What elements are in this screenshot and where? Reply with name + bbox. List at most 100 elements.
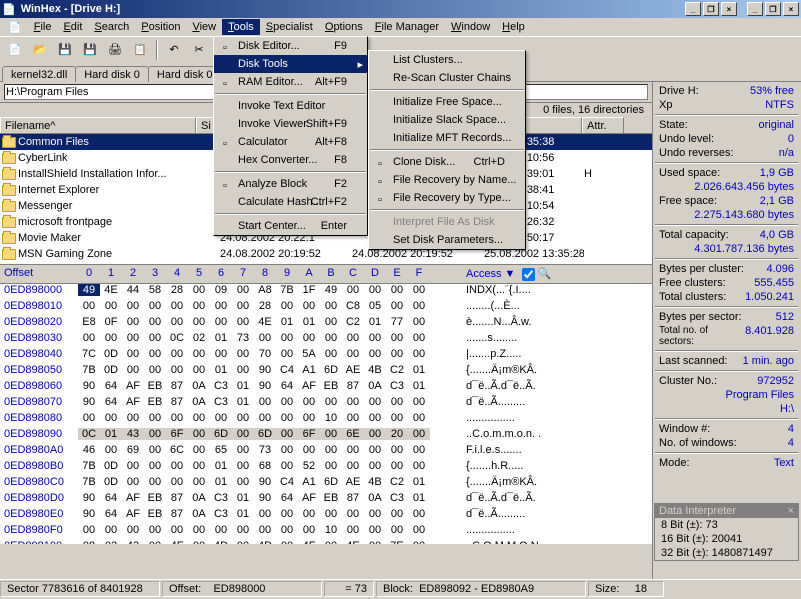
hex-byte[interactable]: 00 [122, 412, 144, 424]
hex-byte[interactable]: 6E [342, 428, 364, 440]
hex-byte[interactable]: 00 [254, 524, 276, 536]
hex-byte[interactable]: 4E [254, 316, 276, 328]
menu-file[interactable]: File [28, 19, 58, 35]
menu-item[interactable]: ▫ Analyze Block F2 [214, 175, 367, 193]
hex-byte[interactable]: 00 [210, 348, 232, 360]
hex-byte[interactable]: 00 [232, 284, 254, 296]
hex-byte[interactable]: 49 [78, 284, 100, 296]
hex-row[interactable]: 0ED8980B0 7B0D00000000010068005200000000… [0, 460, 652, 476]
hex-byte[interactable]: 00 [408, 348, 430, 360]
hex-byte[interactable]: 1F [298, 284, 320, 296]
hex-byte[interactable]: 00 [276, 348, 298, 360]
hex-byte[interactable]: 46 [78, 444, 100, 456]
hex-byte[interactable]: 28 [166, 284, 188, 296]
hex-byte[interactable]: 77 [386, 316, 408, 328]
menu-edit[interactable]: Edit [57, 19, 88, 35]
hex-byte[interactable]: 00 [188, 428, 210, 440]
hex-byte[interactable]: 01 [232, 396, 254, 408]
hex-byte[interactable]: 00 [188, 444, 210, 456]
hex-row[interactable]: 0ED898080 000000000000000000000010000000… [0, 412, 652, 428]
hex-byte[interactable]: 4E [342, 540, 364, 544]
hex-byte[interactable]: 69 [122, 444, 144, 456]
hex-byte[interactable]: AF [122, 492, 144, 504]
menu-specialist[interactable]: Specialist [260, 19, 319, 35]
hex-byte[interactable]: 00 [364, 508, 386, 520]
hex-byte[interactable]: 00 [144, 476, 166, 488]
hex-byte[interactable]: 00 [122, 332, 144, 344]
hex-byte[interactable]: 7B [78, 460, 100, 472]
hex-byte[interactable]: 00 [276, 540, 298, 544]
hex-byte[interactable]: 00 [364, 332, 386, 344]
hex-byte[interactable]: 00 [276, 428, 298, 440]
hex-byte[interactable]: 87 [166, 396, 188, 408]
hex-byte[interactable]: 6F [166, 428, 188, 440]
hex-row[interactable]: 0ED898000 494E445828000900A87B1F49000000… [0, 284, 652, 300]
hex-byte[interactable]: 00 [408, 508, 430, 520]
menu-item[interactable]: Calculate Hash... Ctrl+F2 [214, 193, 367, 211]
hex-row[interactable]: 0ED898100 080243004F004D004D004F004E007E… [0, 540, 652, 544]
hex-byte[interactable]: 00 [276, 460, 298, 472]
hex-byte[interactable]: 00 [78, 300, 100, 312]
hex-byte[interactable]: 0A [188, 396, 210, 408]
hex-byte[interactable]: 02 [188, 332, 210, 344]
tools-menu[interactable]: ▫ Disk Editor... F9 Disk Tools ▸ ▫ RAM E… [213, 36, 368, 236]
hex-byte[interactable]: 43 [122, 540, 144, 544]
hex-byte[interactable]: A1 [298, 476, 320, 488]
hex-byte[interactable]: 00 [166, 364, 188, 376]
hex-byte[interactable]: AF [298, 492, 320, 504]
hex-byte[interactable]: 0F [100, 316, 122, 328]
hex-byte[interactable]: 0A [188, 492, 210, 504]
access-checkbox[interactable] [522, 268, 535, 281]
hex-byte[interactable]: EB [144, 380, 166, 392]
hex-byte[interactable]: C2 [386, 476, 408, 488]
hex-byte[interactable]: 64 [100, 492, 122, 504]
hex-byte[interactable]: 00 [122, 460, 144, 472]
hex-byte[interactable]: 01 [210, 476, 232, 488]
control-icon[interactable]: 📄 [8, 21, 22, 34]
mdi-close-button[interactable]: × [721, 2, 737, 16]
menu-item[interactable]: ▫ Clone Disk... Ctrl+D [369, 153, 525, 171]
hex-row[interactable]: 0ED898060 9064AFEB870AC3019064AFEB870AC3… [0, 380, 652, 396]
hex-byte[interactable]: 00 [100, 332, 122, 344]
hex-byte[interactable]: 00 [364, 284, 386, 296]
hex-byte[interactable]: C3 [210, 492, 232, 504]
hex-byte[interactable]: 00 [188, 316, 210, 328]
hex-byte[interactable]: 00 [78, 332, 100, 344]
hex-byte[interactable]: 00 [144, 316, 166, 328]
hex-byte[interactable]: 90 [78, 492, 100, 504]
hex-byte[interactable]: 00 [166, 348, 188, 360]
hex-row[interactable]: 0ED898040 7C0D00000000000070005A00000000… [0, 348, 652, 364]
hex-byte[interactable]: 00 [276, 524, 298, 536]
hex-byte[interactable]: 00 [166, 460, 188, 472]
hex-row[interactable]: 0ED898070 9064AFEB870AC30100000000000000… [0, 396, 652, 412]
hex-row[interactable]: 0ED898020 E80F0000000000004E010100C20177… [0, 316, 652, 332]
hex-view[interactable]: 0ED898000 494E445828000900A87B1F49000000… [0, 284, 652, 544]
hex-byte[interactable]: 00 [408, 316, 430, 328]
menu-item[interactable]: ▫ File Recovery by Type... [369, 189, 525, 207]
hex-byte[interactable]: 00 [276, 332, 298, 344]
col-attr[interactable]: Attr. [582, 117, 624, 133]
hex-byte[interactable]: 01 [232, 492, 254, 504]
hex-byte[interactable]: 28 [254, 300, 276, 312]
hex-row[interactable]: 0ED8980D0 9064AFEB870AC3019064AFEB870AC3… [0, 492, 652, 508]
hex-byte[interactable]: 00 [254, 332, 276, 344]
hex-row[interactable]: 0ED898010 000000000000000028000000C80500… [0, 300, 652, 316]
hex-byte[interactable]: 00 [342, 396, 364, 408]
hex-byte[interactable]: 4F [166, 540, 188, 544]
hex-byte[interactable]: 00 [320, 332, 342, 344]
hex-byte[interactable]: 00 [188, 348, 210, 360]
hex-byte[interactable]: 00 [320, 460, 342, 472]
hex-byte[interactable]: 87 [166, 492, 188, 504]
hex-byte[interactable]: 5A [298, 348, 320, 360]
open-button[interactable]: 📂 [29, 39, 51, 61]
hex-byte[interactable]: 00 [408, 540, 430, 544]
hex-byte[interactable]: 00 [166, 412, 188, 424]
hex-byte[interactable]: 87 [342, 380, 364, 392]
hex-byte[interactable]: 00 [144, 300, 166, 312]
hex-byte[interactable]: 10 [320, 524, 342, 536]
hex-byte[interactable]: 00 [298, 332, 320, 344]
hex-byte[interactable]: 87 [342, 492, 364, 504]
hex-byte[interactable]: 6C [166, 444, 188, 456]
hex-byte[interactable]: AE [342, 476, 364, 488]
hex-byte[interactable]: 01 [408, 364, 430, 376]
